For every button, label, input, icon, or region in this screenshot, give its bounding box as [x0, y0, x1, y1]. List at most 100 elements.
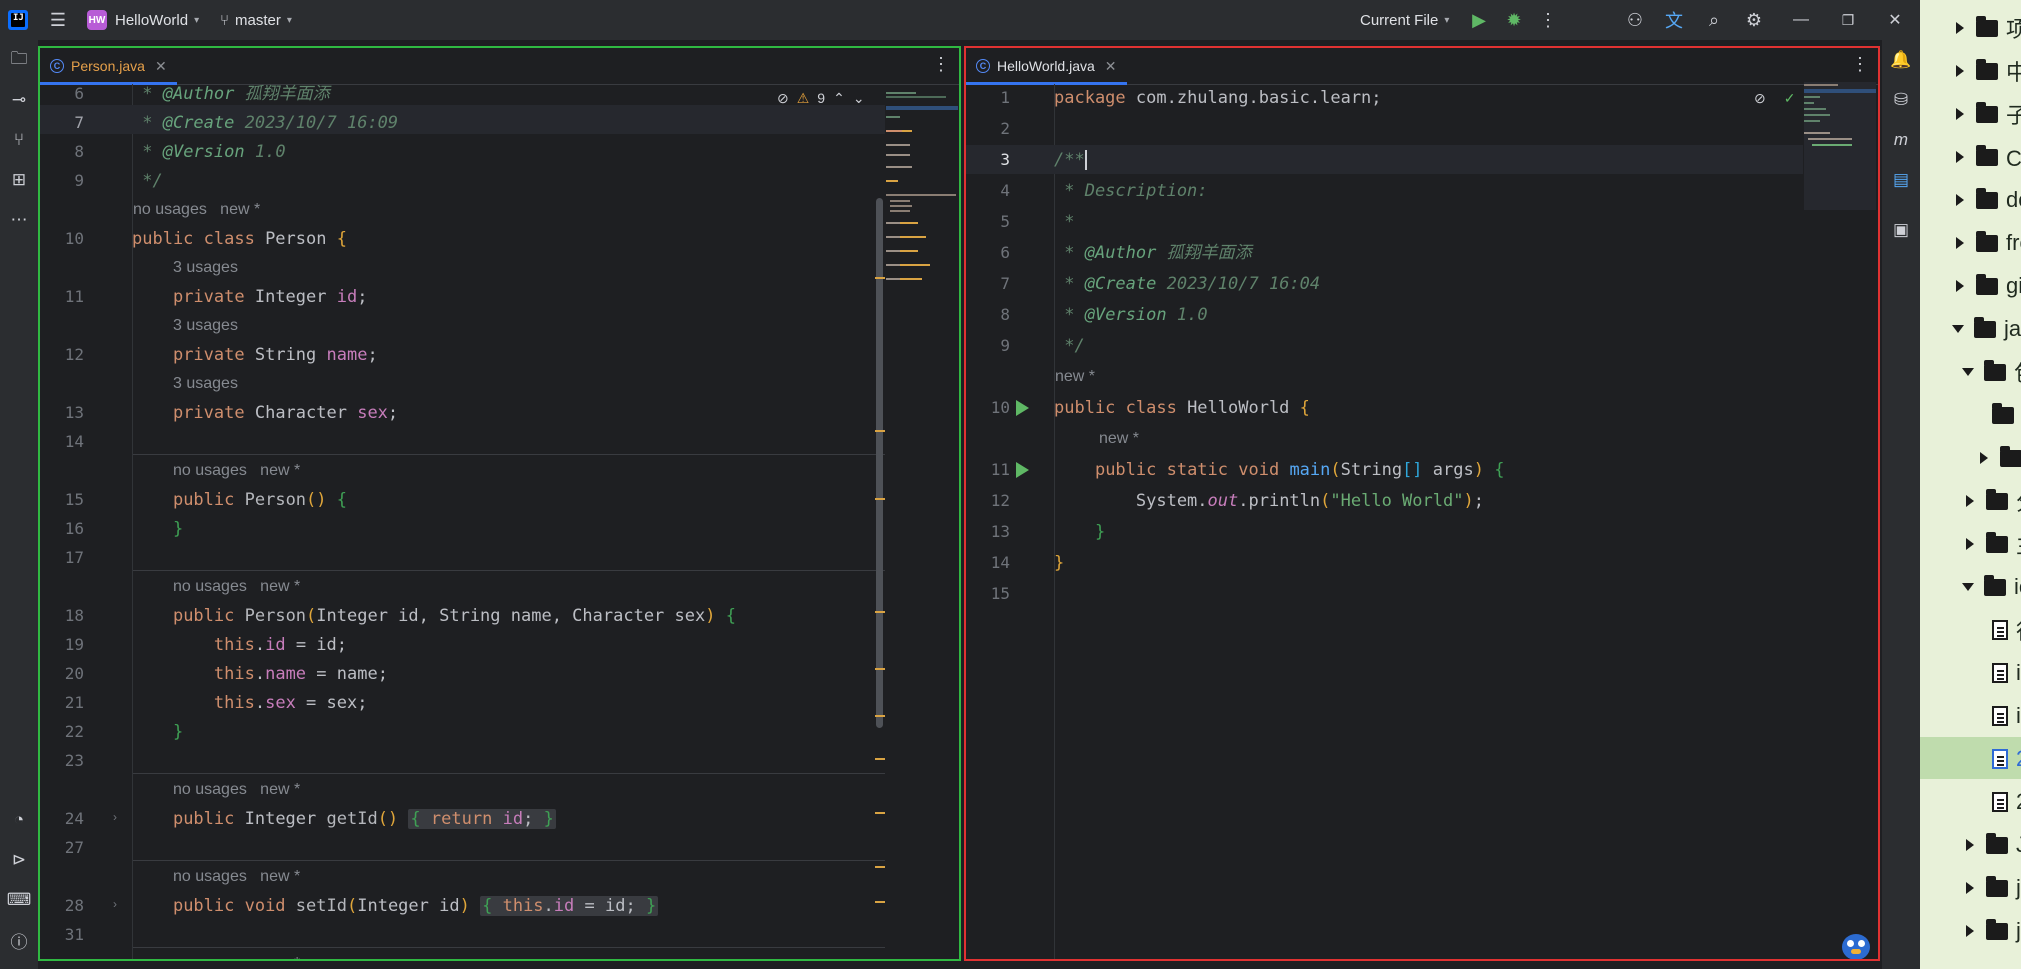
run-config-selector[interactable]: Current File ▾ [1360, 0, 1449, 40]
tree-folder-item[interactable]: ja [1920, 911, 2021, 951]
structure-icon[interactable]: ⊞ [7, 168, 31, 192]
tree-folder-item[interactable]: r [1920, 438, 2021, 478]
code-line[interactable]: /** [1054, 146, 1087, 174]
code-line[interactable]: public Integer getId() { return id; } [132, 805, 556, 833]
warning-marker[interactable] [875, 866, 885, 868]
warning-marker[interactable] [875, 430, 885, 432]
code-line[interactable]: */ [1054, 332, 1084, 360]
profiler-icon[interactable]: ◔ [7, 808, 31, 832]
code-line[interactable]: * @Version 1.0 [132, 138, 285, 166]
code-line[interactable]: public Person() { [132, 486, 347, 514]
code-line[interactable]: * [1054, 208, 1074, 236]
more-tools-icon[interactable]: ⋯ [7, 208, 31, 232]
tab-person-java[interactable]: C Person.java ✕ [40, 48, 177, 85]
tree-folder-item[interactable]: Ja [1920, 825, 2021, 865]
editor-options-icon[interactable]: ⋮ [932, 54, 950, 75]
translate-icon[interactable]: 文 [1662, 8, 1686, 32]
tree-folder-item[interactable]: ic [1920, 567, 2021, 607]
tree-folder-item[interactable]: fro [1920, 223, 2021, 263]
warning-marker[interactable] [875, 668, 885, 670]
warning-marker[interactable] [875, 812, 885, 814]
search-icon[interactable]: ⌕ [1702, 8, 1726, 32]
app-logo-icon[interactable]: IJ [8, 10, 28, 30]
code-line[interactable]: * @Version 1.0 [1054, 301, 1207, 329]
prev-highlight-icon[interactable]: ⌃ [833, 90, 845, 107]
run-main-gutter-icon[interactable] [1016, 462, 1029, 478]
tree-folder-item[interactable]: 项目 [1920, 8, 2021, 48]
code-line[interactable]: public class HelloWorld { [1054, 394, 1310, 422]
tree-folder-item[interactable]: 包 [1920, 352, 2021, 392]
chevron-right-icon[interactable] [1966, 882, 1974, 894]
usage-hint[interactable]: 3 usages [173, 255, 238, 281]
warning-marker[interactable] [875, 758, 885, 760]
warning-marker[interactable] [875, 277, 885, 279]
main-menu-icon[interactable]: ☰ [46, 8, 70, 32]
database-icon[interactable]: ⛁ [1889, 88, 1913, 112]
close-window-button[interactable]: ✕ [1872, 0, 1918, 40]
tree-folder-item[interactable]: g [1920, 395, 2021, 435]
chevron-right-icon[interactable] [1966, 839, 1974, 851]
code-line[interactable]: } [1054, 518, 1105, 546]
tree-folder-item[interactable]: 主 [1920, 524, 2021, 564]
tree-folder-item[interactable]: ja [1920, 868, 2021, 908]
warning-marker[interactable] [875, 901, 885, 903]
code-line[interactable]: * @Author 孤翔羊面添 [132, 80, 329, 108]
close-tab-icon[interactable]: ✕ [1105, 58, 1117, 75]
chevron-right-icon[interactable] [1956, 151, 1964, 163]
chevron-right-icon[interactable] [1980, 452, 1988, 464]
commit-icon[interactable]: ⊸ [7, 88, 31, 112]
notifications-bell-icon[interactable]: 🔔 [1889, 48, 1913, 72]
chevron-right-icon[interactable] [1966, 495, 1974, 507]
hide-hints-icon[interactable]: ⊘ [777, 90, 789, 107]
tree-file-item-selected[interactable]: 2 [1920, 739, 2021, 779]
usage-hint[interactable]: no usages new * [173, 864, 300, 890]
tree-folder-item[interactable]: git [1920, 266, 2021, 306]
project-selector[interactable]: HW HelloWorld ▾ [87, 0, 199, 40]
warning-marker[interactable] [875, 715, 885, 717]
chevron-down-icon[interactable] [1962, 368, 1974, 376]
chevron-right-icon[interactable] [1966, 925, 1974, 937]
minimap[interactable] [886, 92, 958, 282]
fold-expand-icon[interactable]: › [113, 810, 117, 824]
usage-hint[interactable]: new * [1099, 426, 1139, 452]
tab-helloworld-java[interactable]: C HelloWorld.java ✕ [966, 48, 1127, 85]
usage-hint[interactable]: 3 usages [173, 371, 238, 397]
chevron-right-icon[interactable] [1956, 65, 1964, 77]
chevron-right-icon[interactable] [1956, 108, 1964, 120]
chevron-right-icon[interactable] [1956, 194, 1964, 206]
tree-folder-item[interactable]: do [1920, 180, 2021, 220]
minimize-button[interactable]: — [1778, 0, 1824, 40]
code-line[interactable]: this.id = id; [132, 631, 347, 659]
editor-options-icon[interactable]: ⋮ [1851, 54, 1869, 75]
code-line[interactable]: public class Person { [132, 225, 347, 253]
inspection-widget[interactable]: ⊘ ✓ [1754, 86, 1795, 110]
run-class-gutter-icon[interactable] [1016, 400, 1029, 416]
run-icon[interactable]: ▶ [1467, 8, 1491, 32]
more-actions-icon[interactable]: ⋮ [1536, 8, 1560, 32]
code-line[interactable]: * @Author 孤翔羊面添 [1054, 239, 1251, 267]
tree-folder-item[interactable]: 分 [1920, 481, 2021, 521]
usage-hint[interactable]: no usages new * [133, 197, 260, 223]
code-line[interactable]: System.out.println("Hello World"); [1054, 487, 1484, 515]
usage-hint[interactable]: no usages new * [173, 777, 300, 803]
code-line[interactable]: } [1054, 549, 1064, 577]
tree-file-item[interactable]: 行 [1920, 610, 2021, 650]
tree-file-item[interactable]: i [1920, 653, 2021, 693]
code-line[interactable]: } [132, 718, 183, 746]
next-highlight-icon[interactable]: ⌄ [853, 90, 865, 107]
code-line[interactable]: package com.zhulang.basic.learn; [1054, 84, 1382, 112]
warning-marker[interactable] [875, 498, 885, 500]
code-line[interactable]: private Character sex; [132, 399, 398, 427]
mascot-avatar[interactable] [1834, 928, 1878, 959]
hide-hints-icon[interactable]: ⊘ [1754, 90, 1766, 107]
settings-gear-icon[interactable]: ⚙ [1742, 8, 1766, 32]
usage-hint[interactable]: no usages new * [173, 951, 300, 959]
code-line[interactable]: private Integer id; [132, 283, 368, 311]
chevron-right-icon[interactable] [1956, 280, 1964, 292]
tree-folder-item[interactable]: 中间 [1920, 51, 2021, 91]
restore-button[interactable]: ❐ [1825, 0, 1871, 40]
code-line[interactable]: public Person(Integer id, String name, C… [132, 602, 736, 630]
code-line[interactable]: public void setId(Integer id) { this.id … [132, 892, 659, 920]
warning-marker[interactable] [875, 611, 885, 613]
chevron-right-icon[interactable] [1956, 237, 1964, 249]
